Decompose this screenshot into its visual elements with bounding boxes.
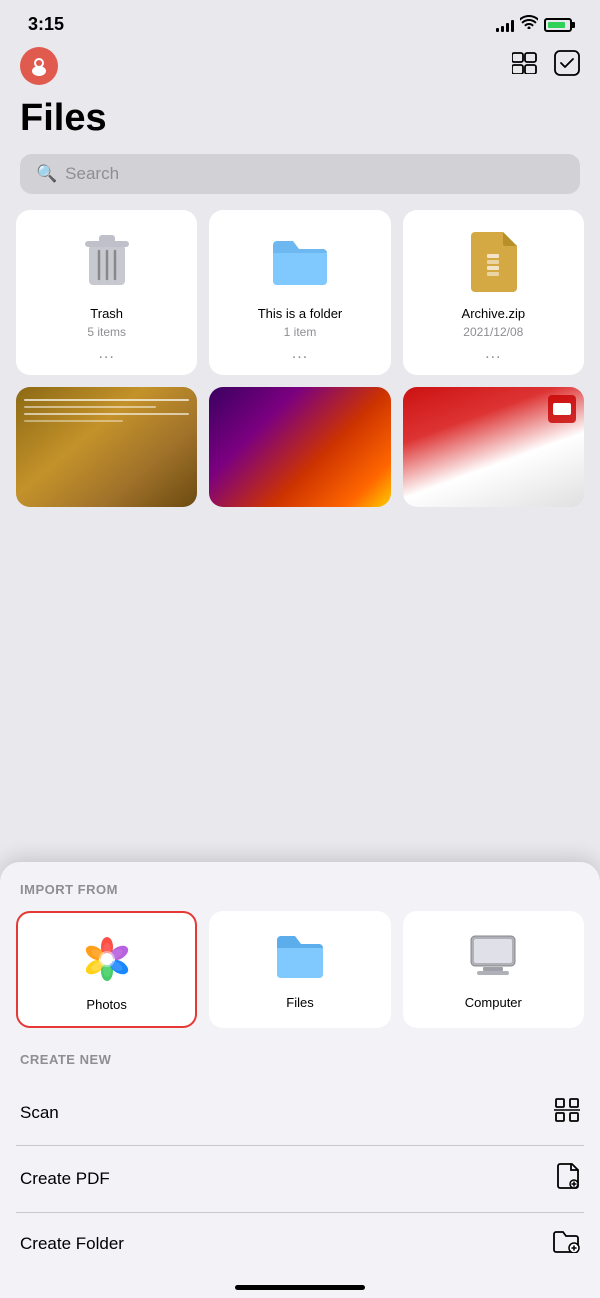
file-more-trash[interactable]: ... [98,345,114,363]
file-more-folder[interactable]: ... [292,345,308,363]
wifi-icon [520,15,538,34]
signal-icon [496,18,514,32]
search-bar[interactable]: 🔍 Search [20,154,580,194]
trash-icon [72,226,142,296]
photo-row [0,387,600,507]
import-photos[interactable]: Photos [16,911,197,1028]
file-card-archive[interactable]: Archive.zip 2021/12/08 ... [403,210,584,375]
photo-card-2[interactable] [209,387,390,507]
folder-label: Create Folder [20,1234,124,1254]
app-header [0,43,600,93]
file-more-archive[interactable]: ... [485,345,501,363]
file-card-folder[interactable]: This is a folder 1 item ... [209,210,390,375]
files-icon [272,929,328,985]
photo-card-3[interactable] [403,387,584,507]
status-bar: 3:15 [0,0,600,43]
page-title: Files [20,97,580,140]
file-name-archive: Archive.zip [462,306,526,321]
bottom-sheet: IMPORT FROM [0,862,600,1298]
home-indicator [16,1275,584,1298]
pdf-icon [556,1162,580,1196]
header-actions [512,50,580,83]
scan-label: Scan [20,1103,59,1123]
folder-plus-icon [552,1229,580,1259]
folder-icon [265,226,335,296]
computer-label: Computer [465,995,522,1010]
home-bar [235,1285,365,1290]
import-files[interactable]: Files [209,911,390,1028]
list-icon[interactable] [512,52,538,81]
battery-icon [544,18,572,32]
file-name-trash: Trash [90,306,123,321]
check-icon[interactable] [554,50,580,83]
import-computer[interactable]: Computer [403,911,584,1028]
photo-card-1[interactable] [16,387,197,507]
import-grid: Photos Files Computer [16,911,584,1028]
files-label: Files [286,995,313,1010]
file-grid: Trash 5 items ... This is a folder 1 ite… [0,210,600,375]
file-meta-folder: 1 item [284,325,317,339]
create-scan[interactable]: Scan [16,1081,584,1146]
create-folder[interactable]: Create Folder [16,1213,584,1275]
search-container: 🔍 Search [0,154,600,210]
file-card-trash[interactable]: Trash 5 items ... [16,210,197,375]
status-icons [496,15,572,34]
scan-icon [554,1097,580,1129]
pdf-label: Create PDF [20,1169,110,1189]
computer-icon [465,929,521,985]
photos-icon [79,931,135,987]
import-label: IMPORT FROM [16,882,584,897]
photos-label: Photos [86,997,126,1012]
page-title-container: Files [0,93,600,154]
zip-icon [458,226,528,296]
create-pdf[interactable]: Create PDF [16,1146,584,1213]
file-meta-trash: 5 items [87,325,126,339]
create-label: CREATE NEW [16,1052,584,1067]
search-icon: 🔍 [36,164,57,184]
app-logo[interactable] [20,47,58,85]
status-time: 3:15 [28,14,64,35]
search-placeholder: Search [65,164,119,184]
file-name-folder: This is a folder [258,306,343,321]
file-meta-archive: 2021/12/08 [463,325,523,339]
